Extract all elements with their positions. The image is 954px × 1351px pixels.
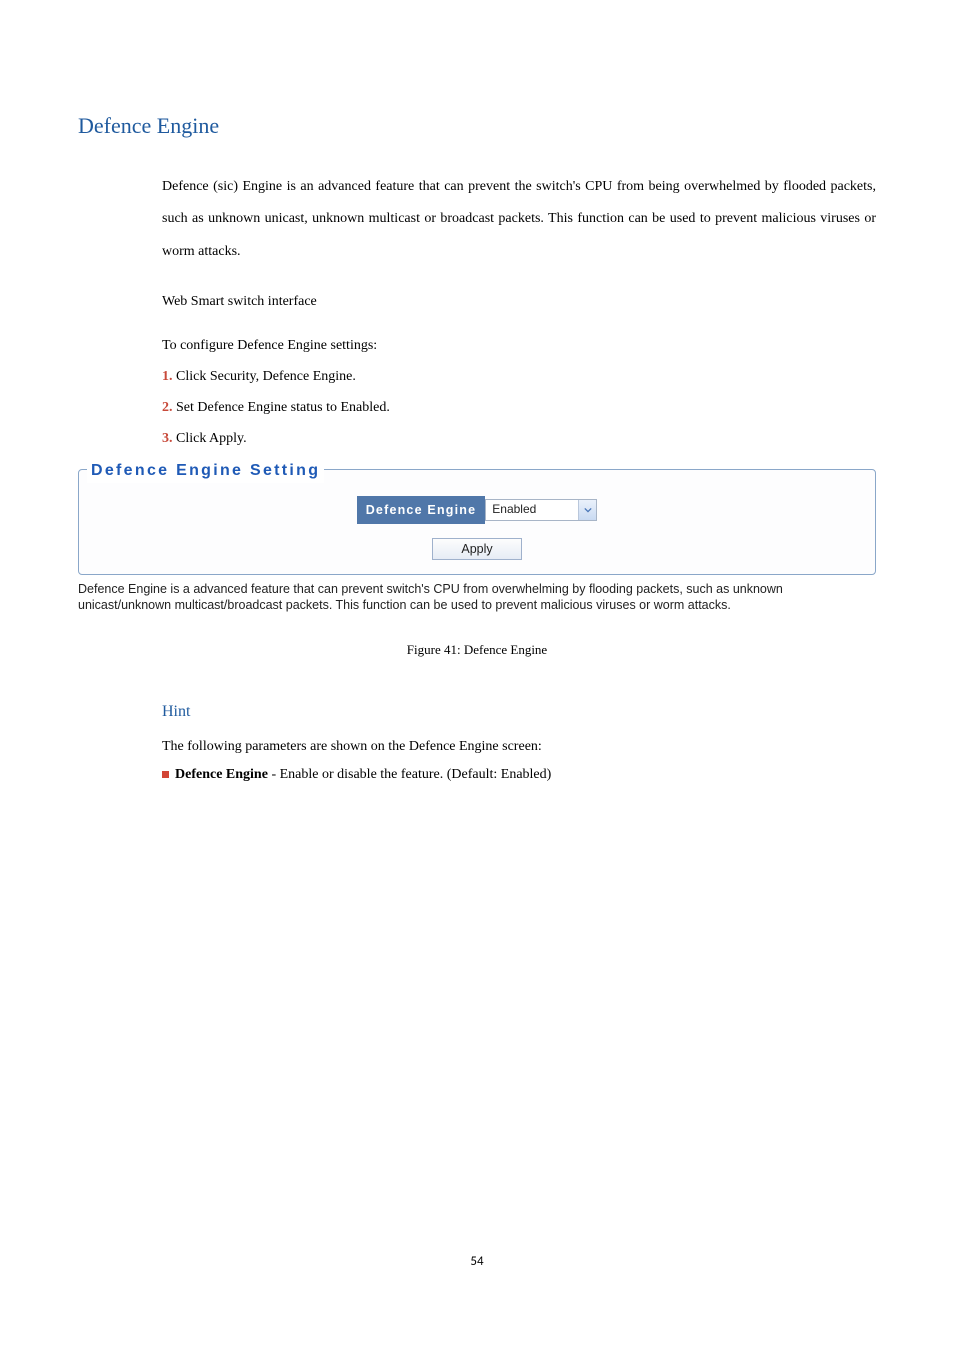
hint-title: Hint bbox=[162, 699, 876, 725]
page-number: 54 bbox=[0, 1252, 954, 1273]
step-3-number: 3. bbox=[162, 431, 173, 446]
hint-body: The following parameters are shown on th… bbox=[162, 733, 876, 761]
step-2-number: 2. bbox=[162, 400, 173, 415]
hint-item-rest: - Enable or disable the feature. (Defaul… bbox=[268, 767, 551, 782]
apply-row: Apply bbox=[93, 538, 861, 560]
interface-label: Web Smart switch interface bbox=[162, 286, 876, 318]
hint-item-text: Defence Engine - Enable or disable the f… bbox=[175, 761, 551, 789]
form-row: Defence Engine Enabled bbox=[93, 496, 861, 524]
screenshot-figure: Defence Engine Setting Defence Engine En… bbox=[78, 469, 876, 615]
screenshot-caption-text: Defence Engine is a advanced feature tha… bbox=[78, 581, 876, 615]
step-1-number: 1. bbox=[162, 369, 173, 384]
section-title: Defence Engine bbox=[78, 108, 876, 143]
figure-caption: Figure 41: Defence Engine bbox=[78, 640, 876, 661]
intro-paragraph: Defence (sic) Engine is an advanced feat… bbox=[162, 171, 876, 268]
hint-item-bold: Defence Engine bbox=[175, 767, 268, 782]
defence-engine-label: Defence Engine bbox=[357, 496, 486, 524]
step-3-text: Click Apply. bbox=[173, 431, 247, 446]
dropdown-value: Enabled bbox=[486, 500, 578, 520]
fieldset-defence-engine: Defence Engine Setting Defence Engine En… bbox=[78, 469, 876, 575]
step-2-text: Set Defence Engine status to Enabled. bbox=[173, 400, 390, 415]
step-3: 3. Click Apply. bbox=[162, 424, 876, 455]
chevron-down-icon[interactable] bbox=[578, 500, 596, 520]
apply-button[interactable]: Apply bbox=[432, 538, 521, 560]
config-intro: To configure Defence Engine settings: bbox=[162, 330, 876, 362]
fieldset-legend: Defence Engine Setting bbox=[87, 458, 324, 484]
defence-engine-dropdown[interactable]: Enabled bbox=[485, 499, 597, 521]
step-1-text: Click Security, Defence Engine. bbox=[173, 369, 356, 384]
step-1: 1. Click Security, Defence Engine. bbox=[162, 362, 876, 393]
step-2: 2. Set Defence Engine status to Enabled. bbox=[162, 393, 876, 424]
bullet-square-icon bbox=[162, 771, 169, 778]
hint-item: Defence Engine - Enable or disable the f… bbox=[162, 761, 876, 789]
